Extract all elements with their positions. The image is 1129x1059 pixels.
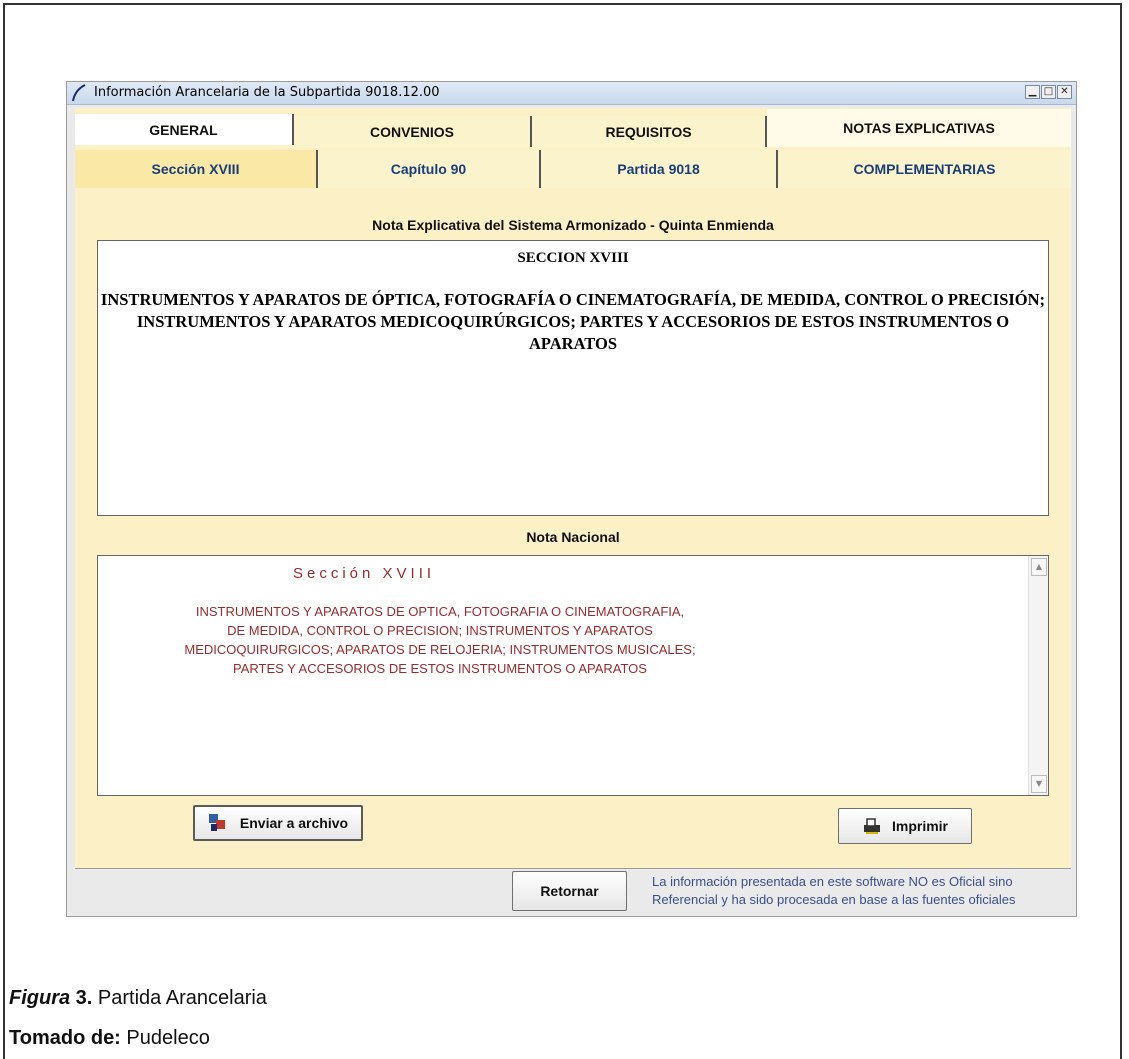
- printer-icon: [863, 818, 880, 834]
- tab-convenios[interactable]: CONVENIOS: [294, 116, 532, 147]
- subtab-label: COMPLEMENTARIAS: [853, 161, 996, 177]
- explicativa-panel[interactable]: SECCION XVIII INSTRUMENTOS Y APARATOS DE…: [97, 240, 1049, 516]
- tab-requisitos[interactable]: REQUISITOS: [532, 116, 767, 147]
- send-to-file-button[interactable]: Enviar a archivo: [193, 805, 363, 841]
- close-button[interactable]: ✕: [1057, 85, 1072, 99]
- figure-caption: Figura 3. Partida Arancelaria: [9, 987, 267, 1010]
- tab-label: CONVENIOS: [369, 123, 454, 140]
- tab-general[interactable]: GENERAL: [75, 114, 294, 145]
- footer-divider: [75, 868, 1071, 869]
- explicativa-text: INSTRUMENTOS Y APARATOS DE ÓPTICA, FOTOG…: [98, 289, 1048, 355]
- file-export-icon: [208, 814, 225, 831]
- app-window: Información Arancelaria de la Subpartida…: [66, 81, 1077, 917]
- nacional-panel[interactable]: Sección XVIII INSTRUMENTOS Y APARATOS DE…: [97, 555, 1049, 796]
- subtab-partida[interactable]: Partida 9018: [541, 150, 778, 188]
- subtab-label: Sección XVIII: [151, 161, 240, 177]
- nacional-line: MEDICOQUIRURGICOS; APARATOS DE RELOJERIA…: [184, 642, 696, 657]
- title-bar: Información Arancelaria de la Subpartida…: [67, 82, 1076, 105]
- disclaimer-text: La información presentada en este softwa…: [652, 873, 1072, 909]
- source-name: Pudeleco: [120, 1027, 210, 1049]
- figure-number: 3.: [70, 987, 93, 1009]
- return-button[interactable]: Retornar: [512, 871, 627, 911]
- disclaimer-line: La información presentada en este softwa…: [652, 874, 1013, 889]
- figure-source: Tomado de: Pudeleco: [9, 1027, 210, 1050]
- explicativa-title: SECCION XVIII: [517, 250, 629, 266]
- figure-label: Figura: [9, 987, 71, 1009]
- scroll-up-icon[interactable]: ▲: [1031, 558, 1047, 576]
- tab-label: NOTAS EXPLICATIVAS: [843, 120, 995, 136]
- explicativa-line: INSTRUMENTOS Y APARATOS MEDICOQUIRÚRGICO…: [136, 312, 1010, 353]
- explicativa-header: Nota Explicativa del Sistema Armonizado …: [372, 217, 774, 233]
- app-icon: [72, 84, 86, 102]
- print-button[interactable]: Imprimir: [838, 808, 972, 844]
- nacional-header: Nota Nacional: [526, 529, 620, 545]
- subtab-label: Partida 9018: [617, 161, 700, 177]
- tab-label: REQUISITOS: [605, 123, 692, 140]
- tab-notas-explicativas[interactable]: NOTAS EXPLICATIVAS: [767, 109, 1071, 147]
- source-label: Tomado de:: [9, 1027, 121, 1049]
- figure-title: Partida Arancelaria: [92, 987, 267, 1009]
- main-tab-bar: GENERAL CONVENIOS REQUISITOS NOTAS EXPLI…: [75, 109, 1071, 147]
- nacional-line: INSTRUMENTOS Y APARATOS DE OPTICA, FOTOG…: [195, 604, 685, 619]
- nacional-line: PARTES Y ACCESORIOS DE ESTOS INSTRUMENTO…: [233, 661, 647, 676]
- subtab-seccion[interactable]: Sección XVIII: [75, 150, 318, 188]
- minimize-button[interactable]: ▁: [1025, 85, 1040, 99]
- explicativa-line: INSTRUMENTOS Y APARATOS DE ÓPTICA, FOTOG…: [100, 290, 1046, 309]
- nacional-title: Sección XVIII: [293, 565, 436, 582]
- tab-label: GENERAL: [149, 121, 218, 138]
- scroll-down-icon[interactable]: ▼: [1031, 775, 1047, 793]
- send-to-file-label: Enviar a archivo: [239, 815, 349, 831]
- nacional-line: DE MEDIDA, CONTROL O PRECISION; INSTRUME…: [227, 623, 653, 638]
- return-label: Retornar: [540, 883, 599, 899]
- window-title: Información Arancelaria de la Subpartida…: [94, 85, 440, 100]
- sub-tab-bar: Sección XVIII Capítulo 90 Partida 9018 C…: [75, 150, 1071, 188]
- subtab-capitulo[interactable]: Capítulo 90: [318, 150, 541, 188]
- disclaimer-line: Referencial y ha sido procesada en base …: [652, 892, 1016, 907]
- subtab-label: Capítulo 90: [390, 161, 467, 177]
- vertical-scrollbar[interactable]: ▲ ▼: [1028, 556, 1048, 795]
- window-controls: ▁ □ ✕: [1025, 85, 1072, 99]
- print-label: Imprimir: [891, 818, 948, 834]
- maximize-button[interactable]: □: [1041, 85, 1056, 99]
- subtab-complementarias[interactable]: COMPLEMENTARIAS: [778, 150, 1071, 188]
- nacional-text: INSTRUMENTOS Y APARATOS DE OPTICA, FOTOG…: [160, 602, 720, 678]
